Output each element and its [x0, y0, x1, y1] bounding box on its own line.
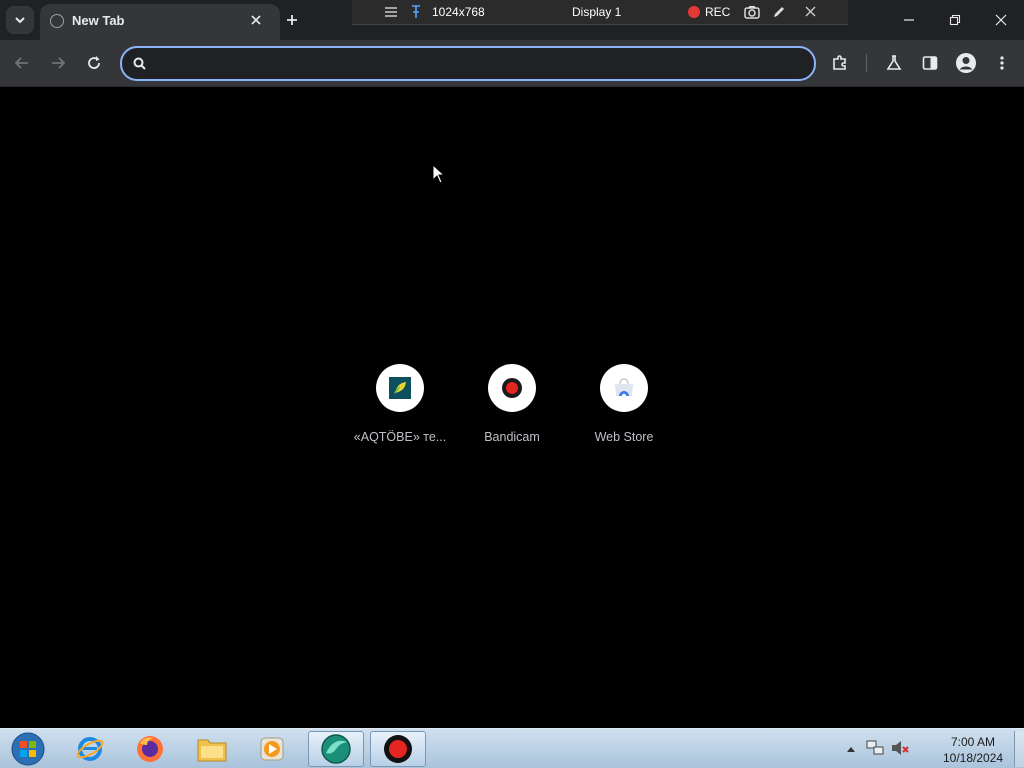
address-bar[interactable] — [120, 46, 816, 81]
globe-icon — [50, 14, 64, 28]
camera-icon[interactable] — [744, 5, 760, 19]
tab-close-button[interactable] — [246, 10, 266, 30]
shortcut-aqtobe[interactable]: «AQTÖBE» те... — [344, 364, 456, 454]
screen-recorder-bar: 1024x768 Display 1 REC — [352, 0, 848, 25]
new-tab-button[interactable] — [282, 10, 302, 30]
back-button[interactable] — [8, 49, 36, 77]
recorder-resolution: 1024x768 — [432, 5, 485, 19]
labs-button[interactable] — [880, 49, 908, 77]
browser-toolbar — [0, 40, 1024, 87]
pin-icon[interactable] — [410, 5, 422, 19]
clock-date[interactable]: 10/18/2024 — [936, 751, 1010, 765]
close-icon — [251, 15, 261, 25]
taskbar-browser[interactable] — [308, 731, 364, 767]
restore-button[interactable] — [942, 8, 968, 32]
volume-muted-icon[interactable] — [890, 739, 910, 757]
tab-search-button[interactable] — [6, 6, 34, 34]
tab-new-tab[interactable]: New Tab — [40, 4, 280, 40]
record-dot-icon[interactable] — [688, 6, 700, 18]
address-input[interactable] — [156, 53, 800, 75]
shortcut-label: «AQTÖBE» те... — [353, 430, 447, 444]
windows-start-orb — [11, 732, 45, 766]
side-panel-button[interactable] — [916, 49, 944, 77]
toolbar-divider — [866, 54, 867, 72]
taskbar: 7:00 AM 10/18/2024 — [0, 728, 1024, 768]
profile-button[interactable] — [952, 49, 980, 77]
aqtobe-icon — [389, 377, 411, 399]
shortcut-icon-circle — [376, 364, 424, 412]
puzzle-piece-icon — [833, 55, 846, 70]
side-panel-icon — [922, 56, 938, 70]
close-icon — [995, 14, 1007, 26]
shortcut-bandicam[interactable]: Bandicam — [456, 364, 568, 454]
flask-icon — [886, 55, 902, 70]
web-store-icon — [615, 378, 633, 399]
media-player-icon — [260, 737, 284, 761]
close-window-button[interactable] — [988, 8, 1014, 32]
shortcut-web-store[interactable]: Web Store — [568, 364, 680, 454]
firefox-icon — [137, 736, 163, 762]
avatar-icon — [956, 53, 976, 73]
minimize-button[interactable] — [896, 8, 922, 32]
shortcut-icon-circle — [488, 364, 536, 412]
reload-icon — [88, 56, 100, 69]
show-hidden-icons-icon[interactable] — [846, 745, 856, 753]
recorder-display[interactable]: Display 1 — [572, 5, 621, 19]
browser-icon — [321, 734, 351, 764]
file-explorer-icon — [197, 739, 227, 762]
taskbar-internet-explorer[interactable] — [62, 731, 118, 767]
show-desktop-button[interactable] — [1014, 731, 1024, 767]
shortcut-label: Bandicam — [484, 430, 540, 444]
network-icon[interactable] — [866, 739, 884, 757]
taskbar-firefox[interactable] — [122, 731, 178, 767]
kebab-menu-icon — [1000, 56, 1004, 70]
back-arrow-icon — [14, 57, 28, 69]
forward-arrow-icon — [52, 57, 66, 69]
mouse-cursor-icon — [432, 164, 446, 184]
bandicam-icon — [384, 735, 412, 763]
clock-time[interactable]: 7:00 AM — [936, 735, 1010, 749]
chevron-down-icon — [15, 17, 25, 24]
taskbar-media-player[interactable] — [244, 731, 300, 767]
forward-button[interactable] — [44, 49, 72, 77]
plus-icon — [287, 15, 297, 25]
taskbar-bandicam[interactable] — [370, 731, 426, 767]
extensions-button[interactable] — [826, 49, 854, 77]
search-icon — [133, 57, 146, 70]
pencil-icon[interactable] — [772, 5, 786, 19]
taskbar-file-explorer[interactable] — [184, 731, 240, 767]
minimize-icon — [904, 19, 914, 21]
shortcut-icon-circle — [600, 364, 648, 412]
menu-icon[interactable] — [384, 5, 398, 19]
rec-label[interactable]: REC — [705, 5, 730, 19]
restore-icon — [949, 14, 961, 26]
shortcut-label: Web Store — [594, 430, 654, 444]
tab-title: New Tab — [72, 13, 125, 28]
menu-button[interactable] — [988, 49, 1016, 77]
close-recorder-icon[interactable] — [805, 6, 816, 17]
start-button[interactable] — [0, 731, 56, 767]
internet-explorer-icon — [76, 737, 104, 761]
reload-button[interactable] — [80, 49, 108, 77]
bandicam-icon — [502, 378, 522, 398]
